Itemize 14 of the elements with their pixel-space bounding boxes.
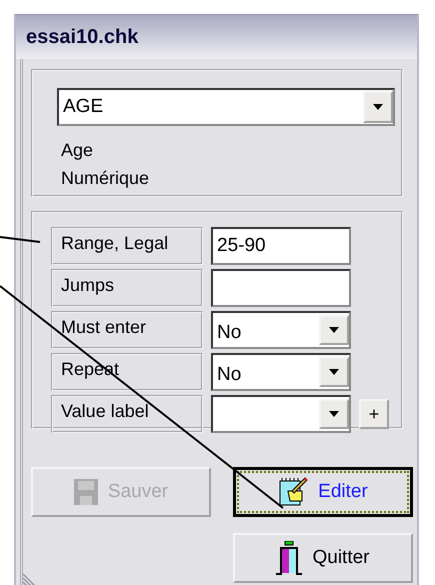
variable-label: Age [61,139,94,162]
variable-type: Numérique [61,167,150,190]
edit-button[interactable]: Editer [233,467,413,517]
variable-dropdown[interactable]: AGE [57,88,395,126]
dropdown-field[interactable]: No [211,353,351,391]
add-button[interactable]: + [359,399,389,429]
text-field[interactable]: 25-90 [211,227,351,265]
quit-button[interactable]: Quitter [233,533,413,583]
property-label: Jumps [51,269,203,307]
dropdown-field[interactable]: No [211,311,351,349]
window-title: essai10.chk [26,26,138,48]
property-label: Must enter [51,311,203,349]
property-label: Range, Legal [51,227,203,265]
property-label: Value label [51,395,203,433]
